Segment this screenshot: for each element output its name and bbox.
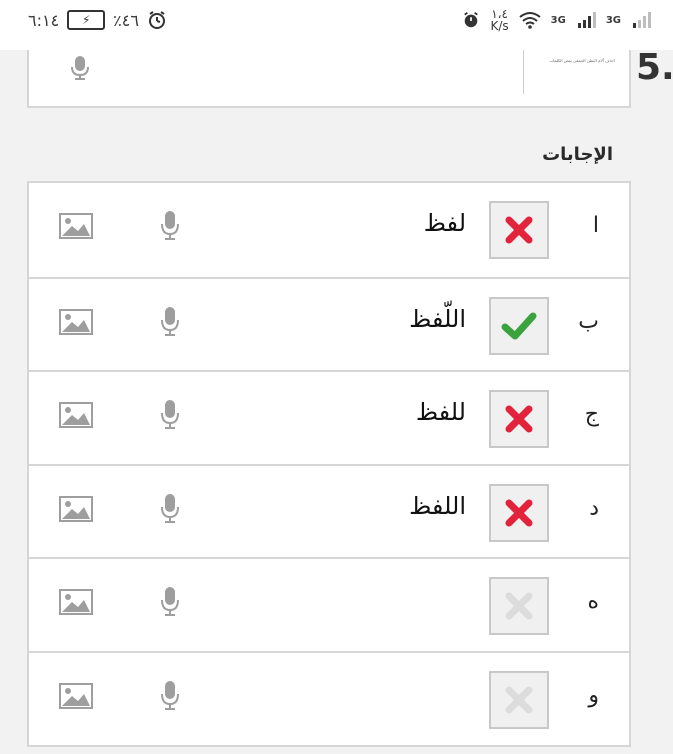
answer-toggle[interactable] [489, 201, 549, 259]
question-number: 5. [636, 47, 673, 88]
correct-check-icon [501, 312, 537, 340]
image-icon[interactable] [59, 682, 93, 709]
answer-letter: ا [592, 213, 599, 238]
answer-text[interactable]: لفظ [424, 209, 466, 237]
microphone-icon[interactable] [159, 492, 181, 526]
answer-text[interactable]: للفظ [416, 398, 466, 426]
answers-table: ا لفظ ب اللّفظ ج للفظ د اللفظ ه و [27, 181, 631, 747]
network-speed: ١،٤ K/s [490, 8, 508, 32]
status-left: ٦:١٤ ⚡ ٪٤٦ [28, 10, 167, 30]
answer-letter: د [589, 495, 599, 521]
image-icon[interactable] [59, 495, 93, 522]
microphone-icon[interactable] [159, 305, 181, 339]
answer-row: ب اللّفظ [29, 276, 629, 371]
answer-row: د اللفظ [29, 463, 629, 558]
battery-percent: ٪٤٦ [113, 10, 139, 30]
question-image-thumbnail[interactable]: احذف آلام البطن الحمقى بعض الكلمات [523, 50, 619, 94]
clock-time: ٦:١٤ [28, 10, 60, 30]
image-icon[interactable] [59, 589, 93, 616]
answer-letter: و [588, 682, 599, 708]
image-icon[interactable] [59, 402, 93, 429]
network-type-2: 3G [605, 14, 621, 26]
answer-letter: ه [587, 589, 599, 615]
answer-row: ه [29, 557, 629, 651]
alarm-icon [148, 11, 165, 29]
answer-row: و [29, 650, 629, 745]
inactive-cross-icon [505, 686, 533, 714]
wrong-cross-icon [505, 499, 533, 527]
battery-icon: ⚡ [67, 10, 106, 30]
answer-toggle[interactable] [489, 670, 549, 729]
speed-unit: K/s [490, 19, 509, 33]
status-bar: ٦:١٤ ⚡ ٪٤٦ ١،٤ K/s 3G 3G [0, 0, 673, 50]
answer-text[interactable]: اللّفظ [409, 305, 466, 333]
image-icon[interactable] [59, 308, 93, 335]
signal-icon [577, 12, 596, 28]
answer-row: ج للفظ [29, 370, 629, 464]
inactive-cross-icon [505, 592, 533, 620]
microphone-icon[interactable] [69, 54, 91, 82]
microphone-icon[interactable] [159, 398, 181, 432]
answer-text[interactable]: اللفظ [409, 492, 466, 520]
answer-toggle[interactable] [489, 577, 549, 636]
microphone-icon[interactable] [159, 209, 181, 243]
answer-toggle[interactable] [489, 296, 549, 355]
network-type-1: 3G [550, 14, 566, 26]
answer-row: ا لفظ [29, 183, 629, 277]
question-card: احذف آلام البطن الحمقى بعض الكلمات [27, 50, 631, 108]
answer-toggle[interactable] [489, 483, 549, 542]
answer-letter: ب [578, 308, 599, 334]
thumbnail-text: احذف آلام البطن الحمقى بعض الكلمات [549, 58, 615, 63]
page-content: احذف آلام البطن الحمقى بعض الكلمات 5. ال… [0, 50, 673, 754]
answer-letter: ج [584, 402, 599, 428]
wrong-cross-icon [505, 405, 533, 433]
wifi-icon [519, 12, 541, 29]
microphone-icon[interactable] [159, 585, 181, 619]
answer-toggle[interactable] [489, 390, 549, 449]
status-right: ١،٤ K/s 3G 3G [462, 8, 651, 32]
image-icon[interactable] [59, 213, 93, 239]
alarm-icon [464, 12, 479, 28]
microphone-icon[interactable] [159, 679, 181, 713]
wrong-cross-icon [505, 216, 533, 244]
answers-heading: الإجابات [542, 144, 613, 165]
signal-icon [633, 12, 651, 28]
